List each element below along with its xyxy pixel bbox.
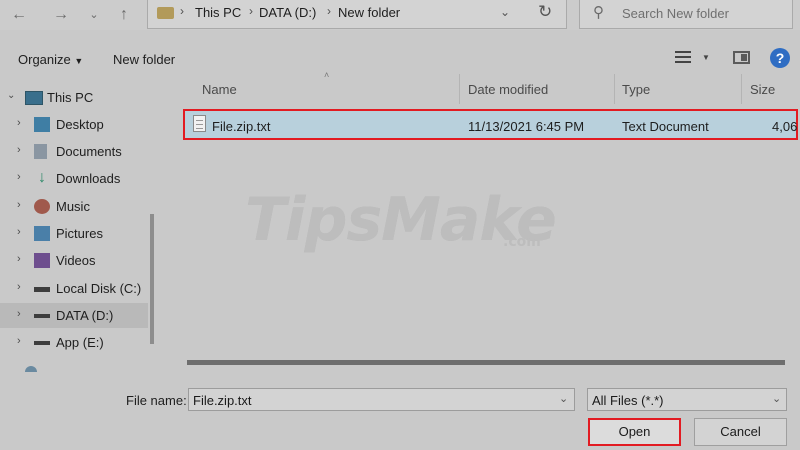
horizontal-scrollbar[interactable] xyxy=(187,360,785,365)
file-date-cell: 11/13/2021 6:45 PM xyxy=(468,119,585,134)
sidebar-item-local-disk-c[interactable]: › Local Disk (C:) xyxy=(0,276,148,301)
sidebar-item-label: DATA (D:) xyxy=(56,308,114,323)
chevron-right-icon[interactable]: › xyxy=(17,117,21,129)
nav-scrollbar[interactable] xyxy=(150,214,154,344)
chevron-right-icon[interactable]: › xyxy=(17,226,21,238)
address-bar[interactable]: › This PC › DATA (D:) › New folder ⌄ ↻ xyxy=(147,0,567,29)
preview-pane-icon[interactable] xyxy=(733,51,750,64)
text-file-icon xyxy=(193,115,206,132)
breadcrumb-data-drive[interactable]: DATA (D:) xyxy=(259,5,316,20)
sidebar-item-label: This PC xyxy=(47,90,94,105)
expand-chevron-icon[interactable]: ⌄ xyxy=(7,90,15,101)
forward-arrow-icon[interactable]: → xyxy=(50,5,72,25)
column-divider[interactable] xyxy=(741,74,742,104)
chevron-right-icon[interactable]: › xyxy=(17,308,21,320)
back-arrow-icon[interactable]: ← xyxy=(8,5,30,25)
sidebar-item-label: Desktop xyxy=(56,117,104,132)
sidebar-item-label: Documents xyxy=(56,144,122,159)
caret-down-icon: ▼ xyxy=(74,56,84,66)
column-header-date-modified[interactable]: Date modified xyxy=(468,82,548,97)
search-input[interactable]: Search New folder xyxy=(622,6,729,21)
file-name-field[interactable]: File.zip.txt ⌄ xyxy=(188,388,575,411)
chevron-right-icon[interactable]: › xyxy=(17,171,21,183)
recent-locations-chevron-icon[interactable]: ⌄ xyxy=(83,5,105,25)
column-divider[interactable] xyxy=(614,74,615,104)
view-dropdown-icon[interactable]: ▼ xyxy=(702,53,710,62)
music-icon xyxy=(34,199,50,214)
sort-ascending-icon: ˄ xyxy=(324,70,330,80)
file-name-label: File name: xyxy=(126,393,187,408)
drive-icon xyxy=(34,314,50,318)
folder-icon xyxy=(157,7,174,19)
watermark-logo-suffix: .com xyxy=(503,234,541,250)
file-name-dropdown-icon[interactable]: ⌄ xyxy=(559,392,568,405)
column-header-type[interactable]: Type xyxy=(622,82,650,97)
chevron-right-icon[interactable]: › xyxy=(17,281,21,293)
drive-icon xyxy=(34,341,50,345)
breadcrumb-separator: › xyxy=(327,4,331,18)
chevron-right-icon[interactable]: › xyxy=(17,253,21,265)
file-name-cell: File.zip.txt xyxy=(212,119,271,134)
breadcrumb-separator: › xyxy=(249,4,253,18)
help-icon[interactable]: ? xyxy=(770,48,790,68)
address-dropdown-icon[interactable]: ⌄ xyxy=(500,5,510,19)
file-row[interactable]: File.zip.txt 11/13/2021 6:45 PM Text Doc… xyxy=(183,109,798,140)
drive-icon xyxy=(34,287,50,292)
file-type-filter[interactable]: All Files (*.*) ⌄ xyxy=(587,388,787,411)
sidebar-item-label: Pictures xyxy=(56,226,103,241)
file-type-filter-value: All Files (*.*) xyxy=(592,393,664,408)
sidebar-item-music[interactable]: › Music xyxy=(0,194,148,219)
column-header-size[interactable]: Size xyxy=(750,82,775,97)
organize-button[interactable]: Organize ▼ xyxy=(18,52,83,67)
chevron-right-icon[interactable]: › xyxy=(17,199,21,211)
file-size-cell: 4,06 xyxy=(772,119,798,134)
monitor-icon xyxy=(25,91,43,105)
chevron-right-icon[interactable]: › xyxy=(17,144,21,156)
sidebar-item-videos[interactable]: › Videos xyxy=(0,248,148,273)
breadcrumb-separator: › xyxy=(180,4,184,18)
column-divider[interactable] xyxy=(459,74,460,104)
sidebar-item-this-pc[interactable]: ⌄ This PC xyxy=(0,85,148,110)
pictures-icon xyxy=(34,226,50,241)
sidebar-item-desktop[interactable]: › Desktop xyxy=(0,112,148,137)
new-folder-button[interactable]: New folder xyxy=(113,52,175,67)
sidebar-item-label: Videos xyxy=(56,253,96,268)
column-header-name[interactable]: Name xyxy=(202,82,237,97)
desktop-icon xyxy=(34,117,50,132)
filter-dropdown-icon: ⌄ xyxy=(772,393,782,405)
sidebar-item-app-e[interactable]: › App (E:) xyxy=(0,330,148,355)
sidebar-item-label: Downloads xyxy=(56,171,121,186)
chevron-right-icon[interactable]: › xyxy=(17,335,21,347)
search-box[interactable]: ⚲ Search New folder xyxy=(579,0,793,29)
address-toolbar: ← → ⌄ ↑ › This PC › DATA (D:) › New fold… xyxy=(0,0,800,30)
download-icon: ↓ xyxy=(38,169,46,186)
sidebar-item-label: App (E:) xyxy=(56,335,104,350)
up-arrow-icon[interactable]: ↑ xyxy=(113,5,135,25)
sidebar-item-documents[interactable]: › Documents xyxy=(0,139,148,164)
sidebar-item-pictures[interactable]: › Pictures xyxy=(0,221,148,246)
sidebar-item-downloads[interactable]: › ↓ Downloads xyxy=(0,166,148,191)
organize-label: Organize xyxy=(18,52,71,67)
sidebar-item-label: Local Disk (C:) xyxy=(56,281,142,296)
documents-icon xyxy=(34,144,47,159)
open-button[interactable]: Open xyxy=(588,418,681,446)
sidebar-item-data-d[interactable]: › DATA (D:) xyxy=(0,303,148,328)
file-type-cell: Text Document xyxy=(622,119,709,134)
sidebar-item-label: Music xyxy=(56,199,90,214)
refresh-icon[interactable]: ↻ xyxy=(538,2,552,22)
search-icon: ⚲ xyxy=(593,4,604,21)
view-options-icon[interactable] xyxy=(675,51,691,65)
cancel-button[interactable]: Cancel xyxy=(694,418,787,446)
videos-icon xyxy=(34,253,50,268)
breadcrumb-this-pc[interactable]: This PC xyxy=(195,5,241,20)
file-name-value[interactable]: File.zip.txt xyxy=(193,393,252,408)
breadcrumb-new-folder[interactable]: New folder xyxy=(338,5,400,20)
